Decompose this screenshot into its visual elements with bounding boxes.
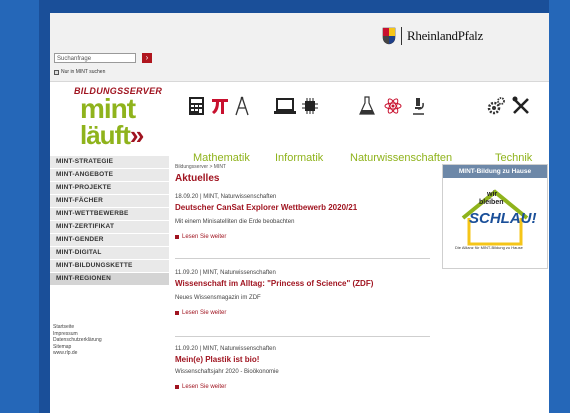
atom-icon [384, 98, 402, 114]
coat-of-arms-icon [382, 27, 396, 45]
banner-text-wir: wir [487, 191, 498, 198]
pi-icon [212, 99, 228, 114]
tools-icon [512, 96, 529, 114]
sidebar-item-angebote[interactable]: MINT-ANGEBOTE [50, 169, 169, 182]
gears-icon [487, 97, 505, 115]
state-name: RheinlandPfalz [407, 28, 483, 43]
footer-link-rlp[interactable]: www.rlp.de [53, 350, 102, 357]
site-logo[interactable]: BILDUNGSSERVER mint läuft» [50, 82, 169, 154]
search-input[interactable]: Suchanfrage [54, 53, 136, 63]
state-logo-separator [401, 27, 402, 45]
logo-arrows: » [129, 120, 145, 150]
mint-only-option[interactable]: Nur in MINT suchen [54, 69, 105, 75]
bullet-icon [175, 235, 179, 239]
article-meta: 11.09.20 | MINT, Naturwissenschaften [175, 346, 276, 352]
sidebar-item-faecher[interactable]: MINT-FÄCHER [50, 195, 169, 208]
divider [175, 336, 430, 337]
sidebar-item-regionen[interactable]: MINT-REGIONEN [50, 273, 169, 286]
article: 11.09.20 | MINT, Naturwissenschaften Wis… [175, 270, 430, 316]
footer-links: Startseite Impressum Datenschutzerklärun… [53, 324, 102, 357]
microscope-icon [413, 98, 424, 115]
logo-mint: mint [80, 93, 136, 124]
read-more-label: Lesen Sie weiter [182, 310, 227, 316]
footer-link-datenschutz[interactable]: Datenschutzerklärung [53, 337, 102, 344]
bullet-icon [175, 311, 179, 315]
divider [175, 258, 430, 259]
read-more-label: Lesen Sie weiter [182, 234, 227, 240]
subject-bar: Mathematik Informatik Naturwissenschafte… [169, 82, 549, 164]
mint-only-label: Nur in MINT suchen [61, 69, 106, 75]
logo-lauft: läuft» [80, 120, 145, 150]
read-more-link[interactable]: Lesen Sie weiter [175, 234, 430, 240]
banner-text-bleiben: bleiben [479, 199, 504, 206]
sidebar-item-wettbewerbe[interactable]: MINT-WETTBEWERBE [50, 208, 169, 221]
subject-mathematik[interactable]: Mathematik [193, 152, 250, 164]
bullet-icon [175, 385, 179, 389]
breadcrumb[interactable]: Bildungsserver > MINT [175, 164, 430, 170]
read-more-label: Lesen Sie weiter [182, 384, 227, 390]
chip-icon [302, 98, 318, 114]
sidebar-item-projekte[interactable]: MINT-PROJEKTE [50, 182, 169, 195]
article-teaser: Mit einem Minisatelliten die Erde beobac… [175, 219, 295, 225]
side-box-heading: MINT-Bildung zu Hause [443, 165, 547, 178]
article-title[interactable]: Wissenschaft im Alltag: "Princess of Sci… [175, 279, 430, 288]
banner-text-schlau: SCHLAU! [469, 210, 537, 227]
sidebar-nav: MINT-STRATEGIE MINT-ANGEBOTE MINT-PROJEK… [50, 156, 169, 286]
banner-caption: Die Allianz für MINT-Bildung zu Hause [455, 245, 523, 250]
subject-technik[interactable]: Technik [495, 152, 532, 164]
article: 18.09.20 | MINT, Naturwissenschaften Deu… [175, 194, 430, 240]
read-more-link[interactable]: Lesen Sie weiter [175, 384, 430, 390]
article: 11.09.20 | MINT, Naturwissenschaften Mei… [175, 346, 430, 390]
sidebar-item-strategie[interactable]: MINT-STRATEGIE [50, 156, 169, 169]
search-button[interactable]: › [142, 53, 152, 63]
wir-bleiben-schlau-banner[interactable]: wir bleiben SCHLAU! Die Allianz für MINT… [443, 178, 547, 267]
article-meta: 18.09.20 | MINT, Naturwissenschaften [175, 194, 277, 200]
sidebar-item-gender[interactable]: MINT-GENDER [50, 234, 169, 247]
compass-icon [235, 96, 249, 116]
side-box: MINT-Bildung zu Hause wir bleiben SCHLAU… [442, 164, 548, 269]
article-teaser: Neues Wissensmagazin im ZDF [175, 295, 261, 301]
page: Suchanfrage › Nur in MINT suchen Rheinla… [50, 13, 549, 413]
mint-only-checkbox[interactable] [54, 69, 59, 75]
article-title[interactable]: Mein(e) Plastik ist bio! [175, 355, 430, 364]
sidebar-item-bildungskette[interactable]: MINT-BILDUNGSKETTE [50, 260, 169, 273]
sidebar-item-digital[interactable]: MINT-DIGITAL [50, 247, 169, 260]
article-title[interactable]: Deutscher CanSat Explorer Wettbewerb 202… [175, 203, 430, 212]
subject-informatik[interactable]: Informatik [275, 152, 323, 164]
flask-icon [359, 96, 375, 115]
subject-naturwissenschaften[interactable]: Naturwissenschaften [350, 152, 452, 164]
logo-lauft-text: läuft [80, 120, 131, 150]
article-teaser: Wissenschaftsjahr 2020 - Bioökonomie [175, 369, 279, 375]
page-title: Aktuelles [175, 173, 220, 184]
laptop-icon [274, 98, 296, 114]
header: Suchanfrage › Nur in MINT suchen Rheinla… [50, 13, 549, 82]
main-content: Bildungsserver > MINT Aktuelles 18.09.20… [175, 164, 430, 390]
sidebar-item-zertifikat[interactable]: MINT-ZERTIFIKAT [50, 221, 169, 234]
read-more-link[interactable]: Lesen Sie weiter [175, 310, 430, 316]
calculator-icon [189, 97, 204, 115]
state-logo[interactable]: RheinlandPfalz [382, 27, 483, 45]
article-meta: 11.09.20 | MINT, Naturwissenschaften [175, 270, 276, 276]
